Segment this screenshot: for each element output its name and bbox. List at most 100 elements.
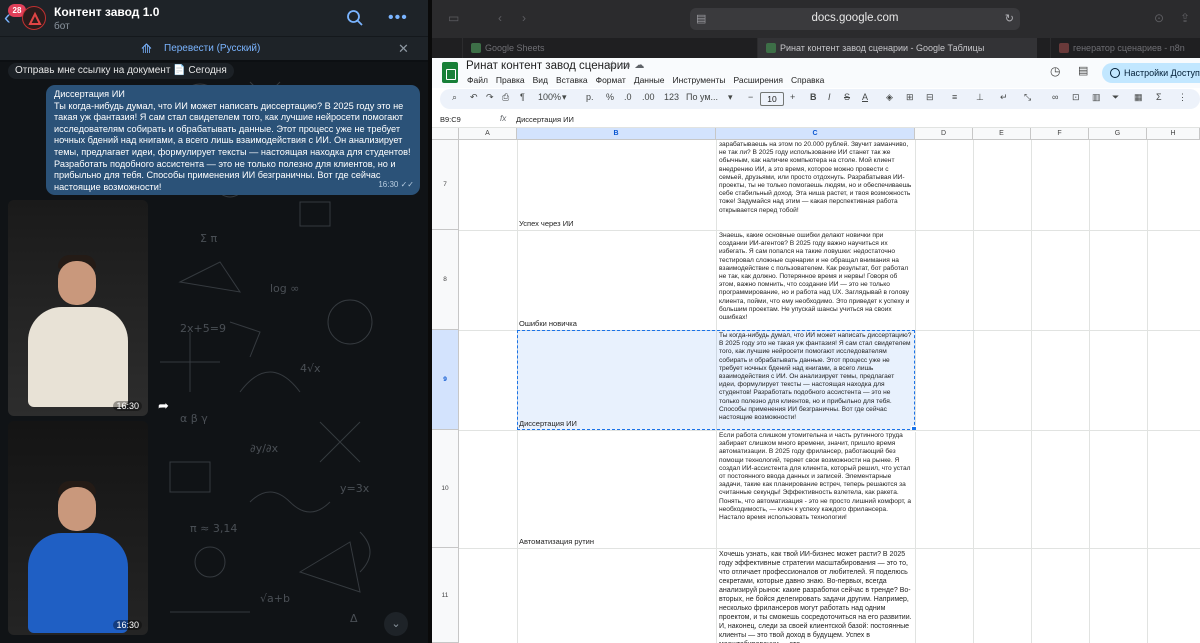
sheets-logo-icon[interactable]: [442, 62, 458, 83]
zoom-select[interactable]: 100%: [538, 92, 561, 102]
video-message[interactable]: 16:30: [8, 421, 148, 635]
row-header[interactable]: 7: [432, 140, 459, 230]
table-cell[interactable]: Знаешь, какие основные ошибки делают нов…: [716, 231, 915, 330]
tab-sheet-document[interactable]: Ринат контент завод сценарии - Google Та…: [757, 38, 1037, 58]
chart-icon[interactable]: ▥: [1092, 92, 1101, 103]
column-header[interactable]: C: [716, 128, 915, 140]
history-icon[interactable]: ◷: [1050, 64, 1060, 78]
share-icon[interactable]: ⇪: [1180, 11, 1190, 25]
increase-font-icon[interactable]: +: [790, 92, 795, 102]
download-icon[interactable]: ⊙: [1154, 11, 1164, 25]
star-icon[interactable]: ☆▭☁: [608, 60, 648, 71]
row-header[interactable]: 8: [432, 230, 459, 330]
table-cell[interactable]: Ошибки новичка: [517, 319, 716, 328]
align-icon[interactable]: ≡: [952, 92, 957, 102]
translate-label[interactable]: Перевести (Русский): [164, 43, 260, 54]
select-all-corner[interactable]: [432, 128, 459, 140]
address-bar[interactable]: ▤ docs.google.com ↻: [690, 8, 1020, 30]
merge-cells-icon[interactable]: ⊟: [926, 92, 934, 103]
reload-icon[interactable]: ↻: [1005, 12, 1014, 25]
search-icon[interactable]: ⌕: [452, 92, 457, 103]
table-cell[interactable]: Если работа слишком утомительна и часть …: [716, 431, 915, 548]
column-header[interactable]: D: [915, 128, 973, 140]
column-header[interactable]: A: [459, 128, 517, 140]
font-select[interactable]: По ум...: [686, 92, 718, 102]
decrease-font-icon[interactable]: −: [748, 92, 753, 102]
menu-item-tools[interactable]: Инструменты: [673, 75, 726, 85]
rotate-icon[interactable]: ⤡: [1024, 92, 1031, 103]
vertical-align-icon[interactable]: ⊥: [976, 92, 984, 103]
message-bubble[interactable]: Диссертация ИИ Ты когда-нибудь думал, чт…: [46, 85, 420, 195]
menu-item-data[interactable]: Данные: [634, 75, 665, 85]
link-icon[interactable]: ∞: [1052, 92, 1058, 102]
spreadsheet-grid[interactable]: A B C D E F G H 7 зарабатываешь на этом …: [432, 128, 1200, 643]
column-header[interactable]: F: [1031, 128, 1089, 140]
menu-item-edit[interactable]: Правка: [496, 75, 525, 85]
menu-item-file[interactable]: Файл: [467, 75, 488, 85]
menu-item-format[interactable]: Формат: [596, 75, 626, 85]
table-cell[interactable]: Успех через ИИ: [517, 219, 716, 228]
comment-add-icon[interactable]: ⊡: [1072, 92, 1080, 103]
increase-decimal-button[interactable]: .00: [642, 92, 655, 102]
search-icon[interactable]: [346, 9, 364, 27]
table-cell[interactable]: Автоматизация рутин: [517, 537, 716, 546]
column-header[interactable]: G: [1089, 128, 1147, 140]
menu-item-extensions[interactable]: Расширения: [734, 75, 783, 85]
close-icon[interactable]: ✕: [398, 41, 409, 57]
font-size-input[interactable]: 10: [760, 92, 784, 106]
column-header[interactable]: E: [973, 128, 1031, 140]
menu-item-help[interactable]: Справка: [791, 75, 824, 85]
table-cell[interactable]: Диссертация ИИ: [517, 419, 716, 428]
wrap-icon[interactable]: ↵: [1000, 92, 1008, 103]
chat-title[interactable]: Контент завод 1.0: [54, 5, 159, 19]
fill-color-icon[interactable]: ◈: [886, 92, 893, 103]
share-icon[interactable]: ➦: [158, 398, 169, 414]
filter-views-icon[interactable]: ▦: [1134, 92, 1143, 103]
menu-item-view[interactable]: Вид: [533, 75, 548, 85]
chevron-down-icon[interactable]: ▾: [728, 92, 733, 103]
italic-icon[interactable]: I: [828, 92, 831, 102]
forward-icon[interactable]: ›: [522, 11, 526, 25]
menu-item-insert[interactable]: Вставка: [556, 75, 588, 85]
functions-icon[interactable]: Σ: [1156, 92, 1162, 102]
percent-button[interactable]: %: [606, 92, 614, 102]
filter-icon[interactable]: ⏷: [1112, 92, 1119, 103]
undo-icon[interactable]: ↶: [470, 92, 478, 103]
scroll-down-icon[interactable]: ⌄: [384, 612, 408, 636]
column-header[interactable]: B: [517, 128, 716, 140]
formula-input[interactable]: Диссертация ИИ: [516, 115, 574, 124]
column-header[interactable]: H: [1147, 128, 1200, 140]
pinned-message[interactable]: Отправь мне ссылку на документ 📄 Сегодня: [8, 63, 234, 79]
more-icon[interactable]: •••: [388, 9, 408, 27]
back-icon[interactable]: ‹: [498, 11, 502, 25]
comment-icon[interactable]: ▤: [1078, 64, 1088, 77]
paint-format-icon[interactable]: ¶: [520, 92, 525, 102]
borders-icon[interactable]: ⊞: [906, 92, 914, 103]
translate-bar[interactable]: ⟰ Перевести (Русский) ✕: [0, 36, 428, 60]
number-format-button[interactable]: 123: [664, 92, 679, 102]
row-header[interactable]: 11: [432, 548, 459, 643]
share-button[interactable]: Настройки Доступа: [1102, 63, 1200, 83]
cell-reference[interactable]: B9:C9: [440, 115, 461, 124]
bold-icon[interactable]: B: [810, 92, 817, 102]
print-icon[interactable]: ⎙: [502, 92, 509, 103]
table-cell[interactable]: Хочешь узнать, как твой ИИ-бизнес может …: [716, 549, 915, 643]
tab-google-sheets[interactable]: Google Sheets: [462, 38, 592, 58]
tab-n8n[interactable]: генератор сценариев - n8n: [1050, 38, 1200, 58]
document-title[interactable]: Ринат контент завод сценарии: [466, 60, 630, 72]
redo-icon[interactable]: ↷: [486, 92, 494, 103]
chevron-down-icon[interactable]: ▾: [562, 92, 567, 103]
more-icon[interactable]: ⋮: [1178, 92, 1187, 103]
text-color-icon[interactable]: A: [862, 92, 868, 102]
table-cell[interactable]: Ты когда-нибудь думал, что ИИ может напи…: [716, 331, 915, 430]
decrease-decimal-button[interactable]: .0: [624, 92, 632, 102]
person-head: [58, 487, 96, 531]
chat-avatar[interactable]: [22, 6, 46, 30]
currency-button[interactable]: р.: [586, 92, 594, 102]
table-cell[interactable]: зарабатываешь на этом по 20.000 рублей. …: [716, 140, 915, 230]
row-header[interactable]: 10: [432, 430, 459, 548]
strikethrough-icon[interactable]: S: [844, 92, 850, 102]
sidebar-icon[interactable]: ▭: [448, 11, 459, 25]
row-header[interactable]: 9: [432, 330, 459, 430]
video-message[interactable]: 16:30: [8, 200, 148, 416]
